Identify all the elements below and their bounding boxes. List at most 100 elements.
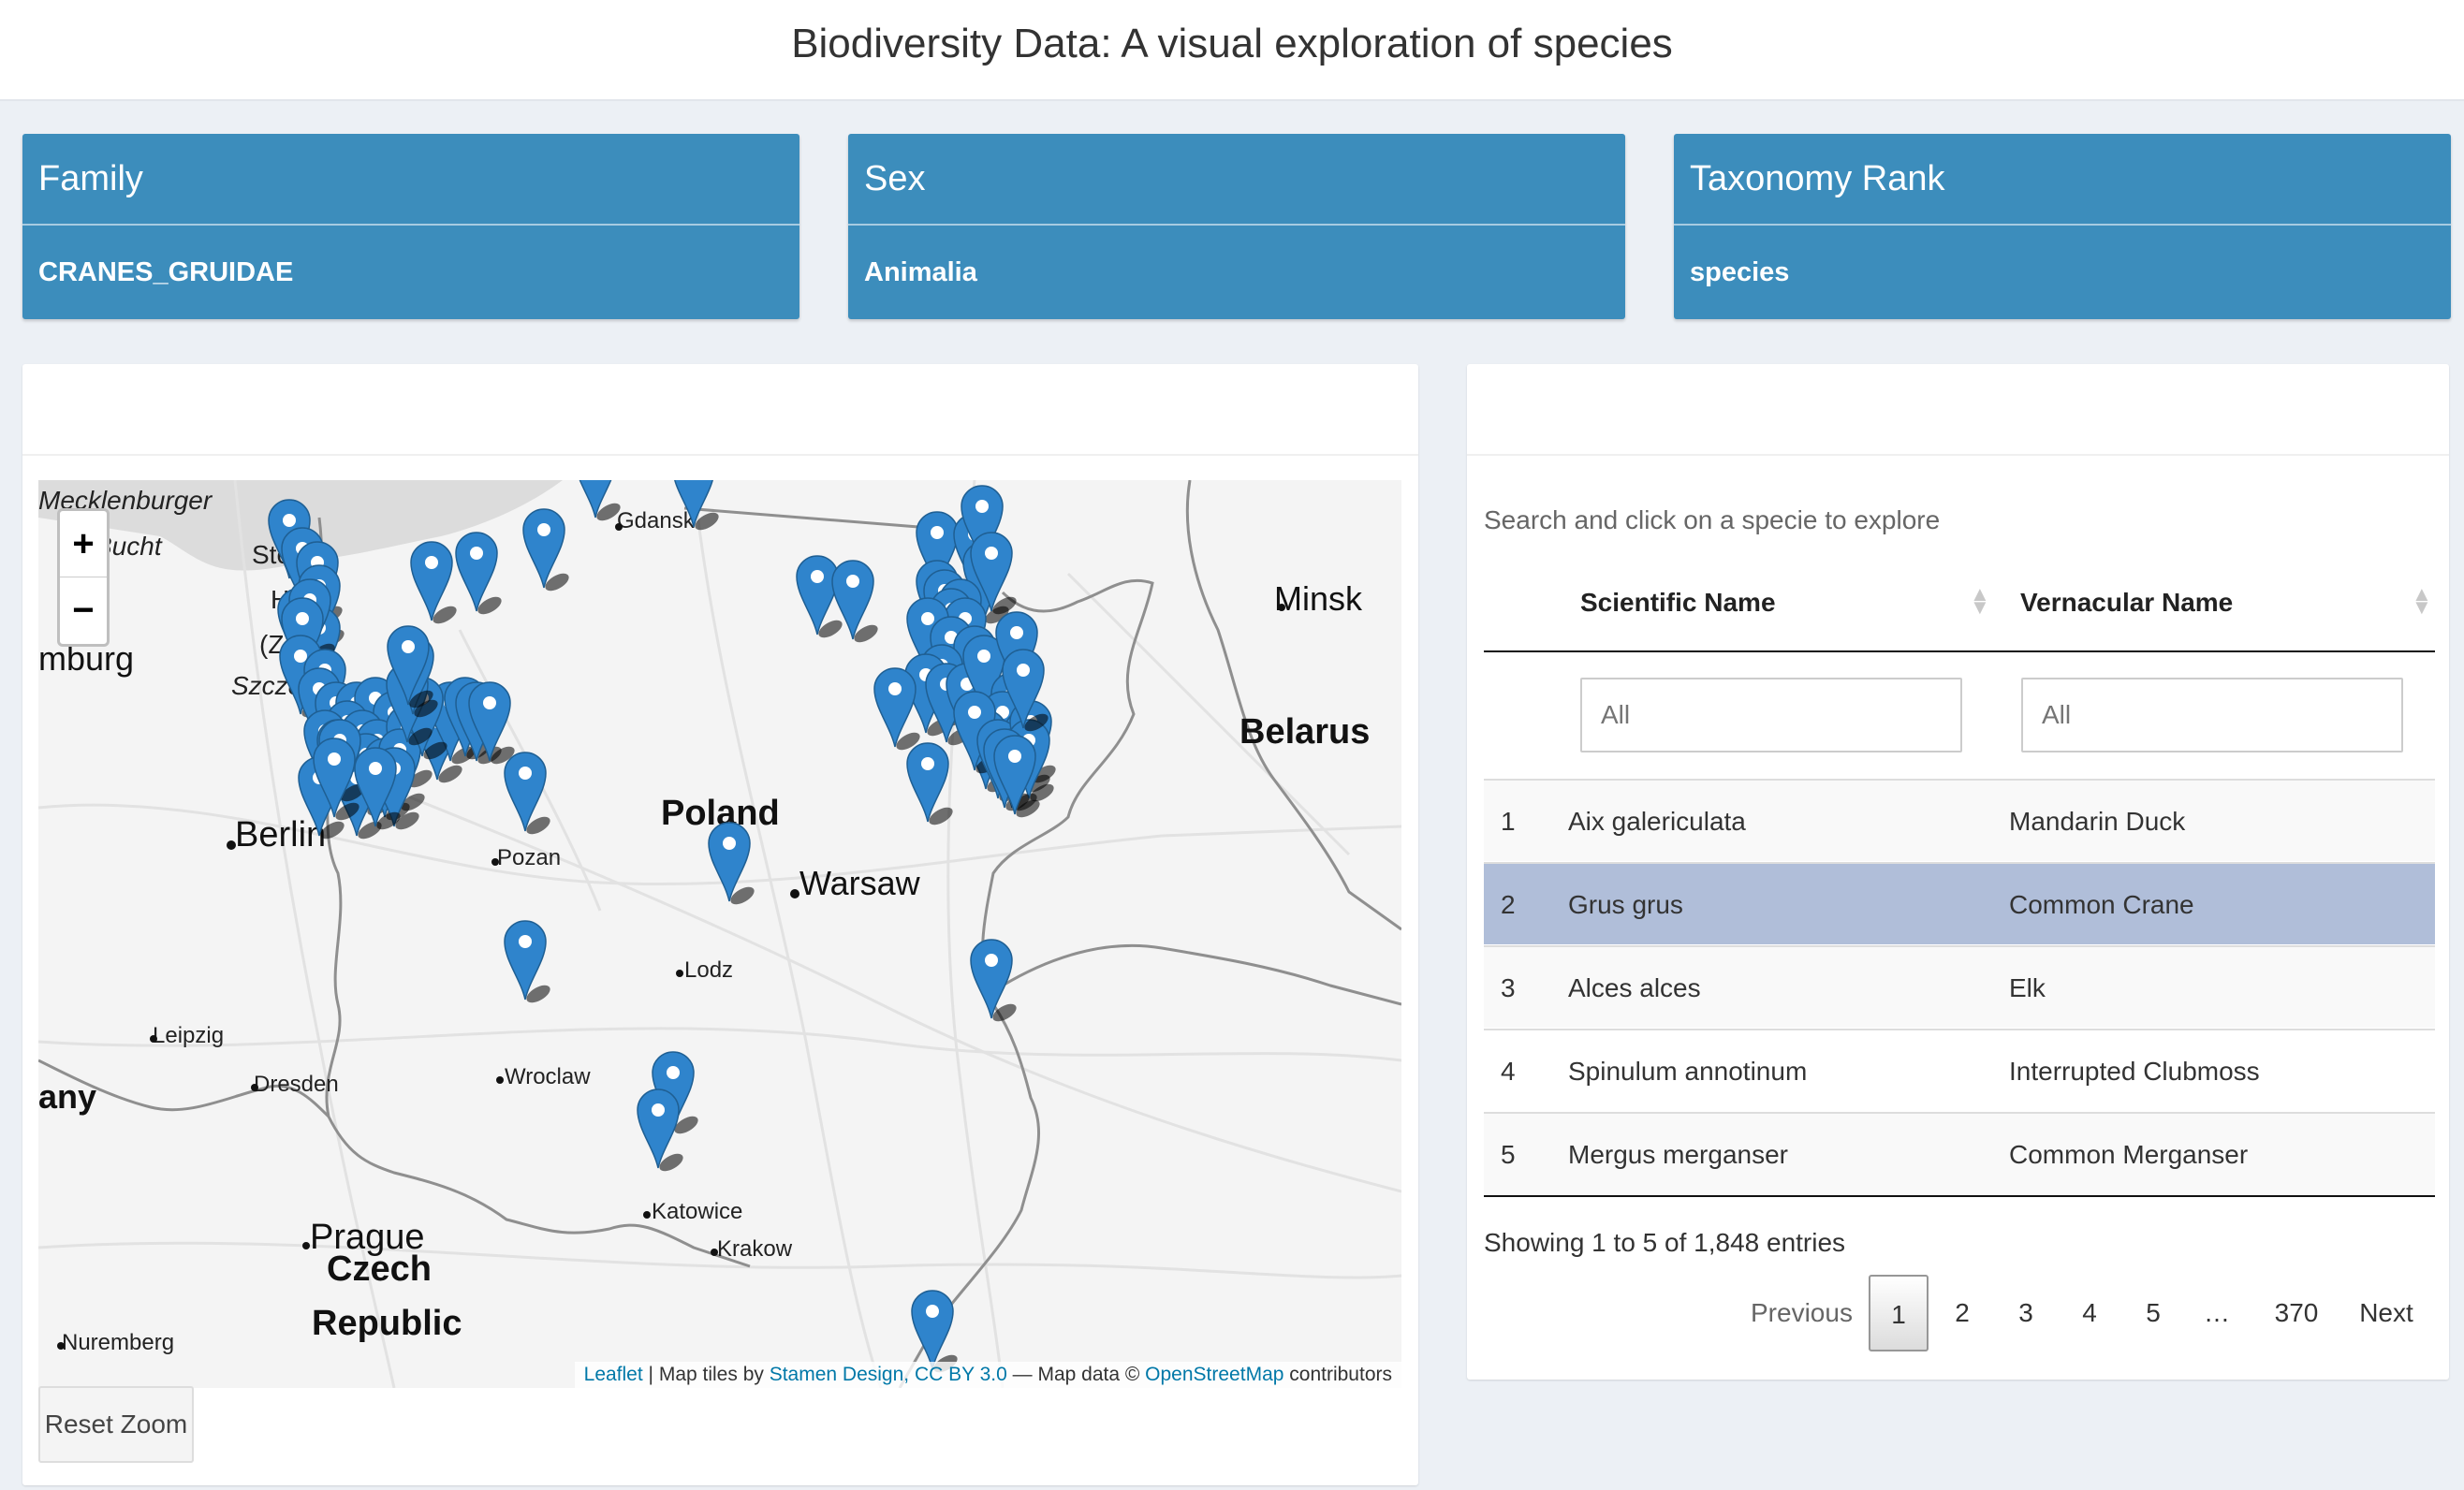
column-header-scientific-name[interactable]: Scientific Name	[1580, 588, 1776, 618]
table-row[interactable]: 1 Aix galericulata Mandarin Duck	[1484, 779, 2435, 861]
value-box-family: Family CRANES_GRUIDAE	[22, 134, 799, 319]
page-button[interactable]: 4	[2060, 1275, 2119, 1351]
value-box-title: Taxonomy Rank	[1674, 134, 2451, 226]
table-row-selected[interactable]: 2 Grus grus Common Crane	[1484, 862, 2435, 944]
vernacular-name-cell: Common Crane	[2009, 890, 2194, 919]
header-divider	[1484, 650, 2435, 652]
vernacular-name-cell: Common Merganser	[2009, 1140, 2249, 1169]
map-marker[interactable]	[831, 560, 881, 646]
value-box-taxonomy-rank: Taxonomy Rank species	[1674, 134, 2451, 319]
marker-dot	[483, 696, 496, 709]
zoom-control: + −	[57, 508, 110, 647]
marker-dot	[921, 612, 934, 625]
sort-icon[interactable]: ▲ ▼	[1970, 584, 1990, 618]
page-button[interactable]: 3	[1996, 1275, 2056, 1351]
marker-dot	[977, 650, 990, 663]
map-marker[interactable]	[522, 508, 572, 594]
row-number: 5	[1501, 1140, 1516, 1169]
next-page-button[interactable]: Next	[2344, 1275, 2428, 1351]
attribution-text: contributors	[1283, 1364, 1392, 1385]
marker-dot	[723, 837, 736, 850]
map-marker[interactable]	[504, 752, 553, 838]
map-marker[interactable]	[970, 939, 1019, 1025]
scientific-name-cell: Alces alces	[1568, 973, 1701, 1002]
marker-dot	[846, 575, 859, 588]
map-marker[interactable]	[410, 541, 460, 627]
marker-dot	[667, 1066, 680, 1079]
previous-page-button[interactable]: Previous	[1751, 1275, 1853, 1351]
table-bottom-border	[1484, 1195, 2435, 1197]
scientific-name-cell: Grus grus	[1568, 890, 1683, 919]
marker-dot	[975, 500, 989, 513]
map-attribution: Leaflet | Map tiles by Stamen Design, CC…	[574, 1362, 1401, 1388]
map-marker[interactable]	[673, 480, 722, 533]
marker-dot	[931, 526, 944, 539]
value-box-value: Animalia	[864, 257, 977, 287]
marker-dot	[652, 1103, 665, 1117]
marker-dot	[296, 612, 309, 625]
marker-dot	[369, 762, 382, 775]
map-marker[interactable]	[906, 742, 956, 828]
table-panel-header	[1467, 364, 2449, 456]
marker-dot	[519, 935, 532, 948]
vernacular-name-filter[interactable]	[2021, 678, 2403, 752]
marker-dot	[1010, 626, 1023, 639]
marker-dot	[1008, 750, 1021, 763]
app-header: Biodiversity Data: A visual exploration …	[0, 0, 2464, 101]
marker-dot	[926, 1305, 939, 1318]
attribution-text: | Map tiles by	[642, 1364, 770, 1385]
marker-dot	[294, 650, 307, 663]
table-row[interactable]: 3 Alces alces Elk	[1484, 945, 2435, 1028]
marker-dot	[811, 570, 824, 583]
marker-layer	[268, 480, 1056, 1373]
map-marker[interactable]	[504, 920, 553, 1006]
table-row[interactable]: 5 Mergus merganser Common Merganser	[1484, 1112, 2435, 1194]
marker-dot	[888, 682, 902, 695]
search-hint: Search and click on a specie to explore	[1484, 505, 1941, 534]
marker-dot	[425, 556, 438, 569]
value-box-value: species	[1690, 257, 1790, 287]
map-marker[interactable]	[708, 822, 757, 908]
page-button[interactable]: 5	[2123, 1275, 2183, 1351]
row-number: 4	[1501, 1057, 1516, 1086]
scientific-name-cell: Aix galericulata	[1568, 807, 1746, 836]
map-panel-header	[22, 364, 1418, 456]
value-box-title: Family	[22, 134, 799, 226]
marker-dot	[985, 547, 998, 560]
marker-dot	[328, 752, 341, 766]
map-marker[interactable]	[455, 532, 505, 618]
page-button[interactable]: 2	[1932, 1275, 1992, 1351]
vernacular-name-cell: Elk	[2009, 973, 2046, 1002]
attribution-text: — Map data ©	[1006, 1364, 1146, 1385]
marker-dot	[519, 767, 532, 780]
table-row[interactable]: 4 Spinulum annotinum Interrupted Clubmos…	[1484, 1029, 2435, 1111]
row-number: 1	[1501, 807, 1516, 836]
marker-dot	[1017, 664, 1030, 677]
osm-link[interactable]: OpenStreetMap	[1145, 1364, 1283, 1385]
map-marker[interactable]	[575, 480, 623, 524]
page-button-current[interactable]: 1	[1869, 1275, 1929, 1351]
marker-dot	[921, 757, 934, 770]
leaflet-link[interactable]: Leaflet	[584, 1364, 643, 1385]
marker-dot	[537, 523, 550, 536]
page-button[interactable]: 370	[2264, 1275, 2329, 1351]
row-number: 2	[1501, 890, 1516, 919]
sort-icon[interactable]: ▲ ▼	[2412, 584, 2432, 618]
species-map[interactable]: Mecklenburger Bucht mburg Ste Haff (Za S…	[38, 480, 1401, 1388]
value-box-title: Sex	[848, 134, 1625, 226]
zoom-out-button[interactable]: −	[60, 577, 107, 644]
column-header-vernacular-name[interactable]: Vernacular Name	[2020, 588, 2233, 618]
vernacular-name-cell: Interrupted Clubmoss	[2009, 1057, 2260, 1086]
zoom-in-button[interactable]: +	[60, 511, 107, 577]
vernacular-name-cell: Mandarin Duck	[2009, 807, 2186, 836]
reset-zoom-button[interactable]: Reset Zoom	[38, 1386, 194, 1463]
stamen-link[interactable]: Stamen Design, CC BY 3.0	[770, 1364, 1007, 1385]
scientific-name-cell: Mergus merganser	[1568, 1140, 1788, 1169]
pagination-ellipsis: …	[2204, 1298, 2230, 1327]
table-info: Showing 1 to 5 of 1,848 entries	[1484, 1228, 1846, 1257]
marker-dot	[283, 514, 296, 527]
scientific-name-cell: Spinulum annotinum	[1568, 1057, 1808, 1086]
scientific-name-filter[interactable]	[1580, 678, 1962, 752]
marker-dot	[402, 640, 415, 653]
value-box-sex: Sex Animalia	[848, 134, 1625, 319]
